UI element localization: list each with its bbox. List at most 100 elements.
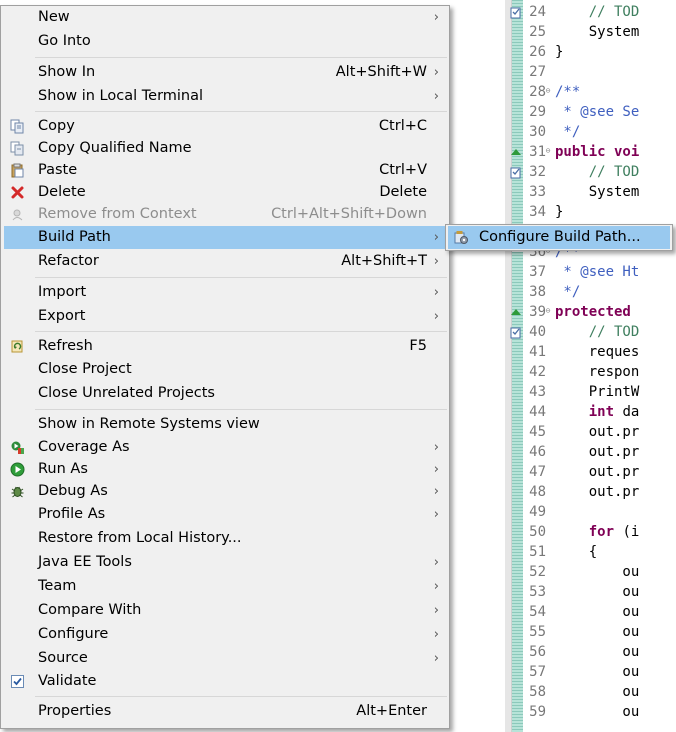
menu-item-close-unrelated-projects[interactable]: Close Unrelated Projects <box>4 382 447 405</box>
code-text: out.pr <box>555 484 640 500</box>
code-text: ou <box>555 584 640 600</box>
menu-item-label: Copy <box>38 118 75 134</box>
code-text: ou <box>555 704 640 720</box>
chevron-right-icon: › <box>433 462 439 477</box>
line-number: 40 <box>529 324 546 340</box>
code-editor[interactable]: 24 // TOD 25 System 26} 27 28 ⊖/** 29 * @see S… <box>505 0 676 732</box>
code-line: 25 System <box>505 22 676 42</box>
delete-icon <box>10 185 25 200</box>
menu-item-label: Configure Build Path... <box>479 229 641 245</box>
menu-item-import[interactable]: Import › <box>4 281 447 304</box>
line-number: 34 <box>529 204 546 220</box>
menu-item-shortcut: Alt+Shift+T <box>341 253 427 269</box>
menu-item-java-ee-tools[interactable]: Java EE Tools › <box>4 551 447 574</box>
menu-item-run-as[interactable]: Run As › <box>4 458 447 481</box>
override-marker-icon <box>510 145 522 158</box>
remove-from-context-icon <box>10 207 25 222</box>
menu-item-refactor[interactable]: Refactor Alt+Shift+T › <box>4 250 447 273</box>
menu-item-shortcut: Alt+Shift+W <box>335 64 427 80</box>
menu-item-label: Build Path <box>38 229 111 245</box>
menu-item-label: Close Unrelated Projects <box>38 385 215 401</box>
menu-item-delete[interactable]: Delete Delete <box>4 181 447 204</box>
menu-item-validate[interactable]: Validate <box>4 670 447 693</box>
menu-item-label: Refactor <box>38 253 99 269</box>
menu-item-source[interactable]: Source › <box>4 647 447 670</box>
line-number: 52 <box>529 564 546 580</box>
code-text: ou <box>555 644 640 660</box>
menu-item-shortcut: Delete <box>379 184 427 200</box>
menu-item-show-in-local-terminal[interactable]: Show in Local Terminal › <box>4 85 447 108</box>
menu-item-show-in[interactable]: Show In Alt+Shift+W › <box>4 61 447 84</box>
menu-item-label: Compare With <box>38 602 142 618</box>
menu-item-refresh[interactable]: Refresh F5 <box>4 335 447 358</box>
menu-item-go-into[interactable]: Go Into <box>4 30 447 53</box>
code-text: */ <box>555 284 581 300</box>
code-line: 45 out.pr <box>505 422 676 442</box>
code-text: } <box>555 204 564 220</box>
menu-item-label: Paste <box>38 162 78 178</box>
line-number: 46 <box>529 444 546 460</box>
menu-item-copy[interactable]: Copy Ctrl+C <box>4 115 447 138</box>
code-text: { <box>555 544 598 560</box>
menu-item-label: Import <box>38 284 87 300</box>
menu-item-shortcut: F5 <box>409 338 427 354</box>
menu-item-new[interactable]: New › <box>4 6 447 29</box>
menu-item-team[interactable]: Team › <box>4 575 447 598</box>
code-line: 51 { <box>505 542 676 562</box>
menu-separator <box>35 57 447 58</box>
menu-separator <box>35 331 447 332</box>
task-marker-icon <box>510 165 522 179</box>
menu-item-restore-from-local-history[interactable]: Restore from Local History... <box>4 527 447 550</box>
menu-item-configure-build-path[interactable]: Configure Build Path... <box>448 226 670 249</box>
code-text: for (i <box>588 524 640 540</box>
chevron-right-icon: › <box>433 230 439 245</box>
code-line: 47 out.pr <box>505 462 676 482</box>
code-line: 31 ⊖ public voi <box>505 142 676 162</box>
code-text: * @see Ht <box>555 264 640 280</box>
menu-item-close-project[interactable]: Close Project <box>4 358 447 381</box>
menu-item-export[interactable]: Export › <box>4 305 447 328</box>
menu-item-copy-qualified-name[interactable]: Copy Qualified Name <box>4 137 447 160</box>
code-text: PrintW <box>555 384 640 400</box>
line-number: 39 <box>529 304 546 320</box>
menu-item-debug-as[interactable]: Debug As › <box>4 480 447 503</box>
code-line: 33 System <box>505 182 676 202</box>
menu-item-compare-with[interactable]: Compare With › <box>4 599 447 622</box>
coverage-icon <box>10 440 25 455</box>
menu-item-label: Team <box>38 578 77 594</box>
refresh-icon <box>10 339 25 354</box>
code-line: 56 ou <box>505 642 676 662</box>
chevron-right-icon: › <box>433 10 439 25</box>
code-text: ou <box>555 684 640 700</box>
menu-item-properties[interactable]: Properties Alt+Enter <box>4 700 447 723</box>
code-line: 54 ou <box>505 602 676 622</box>
code-line: 38 */ <box>505 282 676 302</box>
line-number: 51 <box>529 544 546 560</box>
fold-collapse-icon[interactable]: ⊖ <box>544 147 552 155</box>
line-number: 30 <box>529 124 546 140</box>
menu-item-show-in-remote-systems-view[interactable]: Show in Remote Systems view <box>4 413 447 436</box>
code-text: ou <box>555 624 640 640</box>
configure-build-path-icon <box>454 230 469 245</box>
menu-item-profile-as[interactable]: Profile As › <box>4 503 447 526</box>
code-line: 40 // TOD <box>505 322 676 342</box>
menu-item-label: Delete <box>38 184 86 200</box>
chevron-right-icon: › <box>433 627 439 642</box>
code-text: /** <box>555 84 581 100</box>
line-number: 28 <box>529 84 546 100</box>
menu-item-coverage-as[interactable]: Coverage As › <box>4 436 447 459</box>
menu-item-build-path[interactable]: Build Path › <box>4 226 447 249</box>
fold-collapse-icon[interactable]: ⊖ <box>544 307 552 315</box>
code-line: 48 out.pr <box>505 482 676 502</box>
menu-item-label: Show In <box>38 64 96 80</box>
menu-item-configure[interactable]: Configure › <box>4 623 447 646</box>
copy-icon <box>10 119 25 134</box>
line-number: 25 <box>529 24 546 40</box>
line-number: 38 <box>529 284 546 300</box>
menu-item-paste[interactable]: Paste Ctrl+V <box>4 159 447 182</box>
code-line: 34} <box>505 202 676 222</box>
chevron-right-icon: › <box>433 285 439 300</box>
code-text: // TOD <box>555 324 640 340</box>
fold-collapse-icon[interactable]: ⊖ <box>544 87 552 95</box>
code-text: // TOD <box>555 4 640 20</box>
